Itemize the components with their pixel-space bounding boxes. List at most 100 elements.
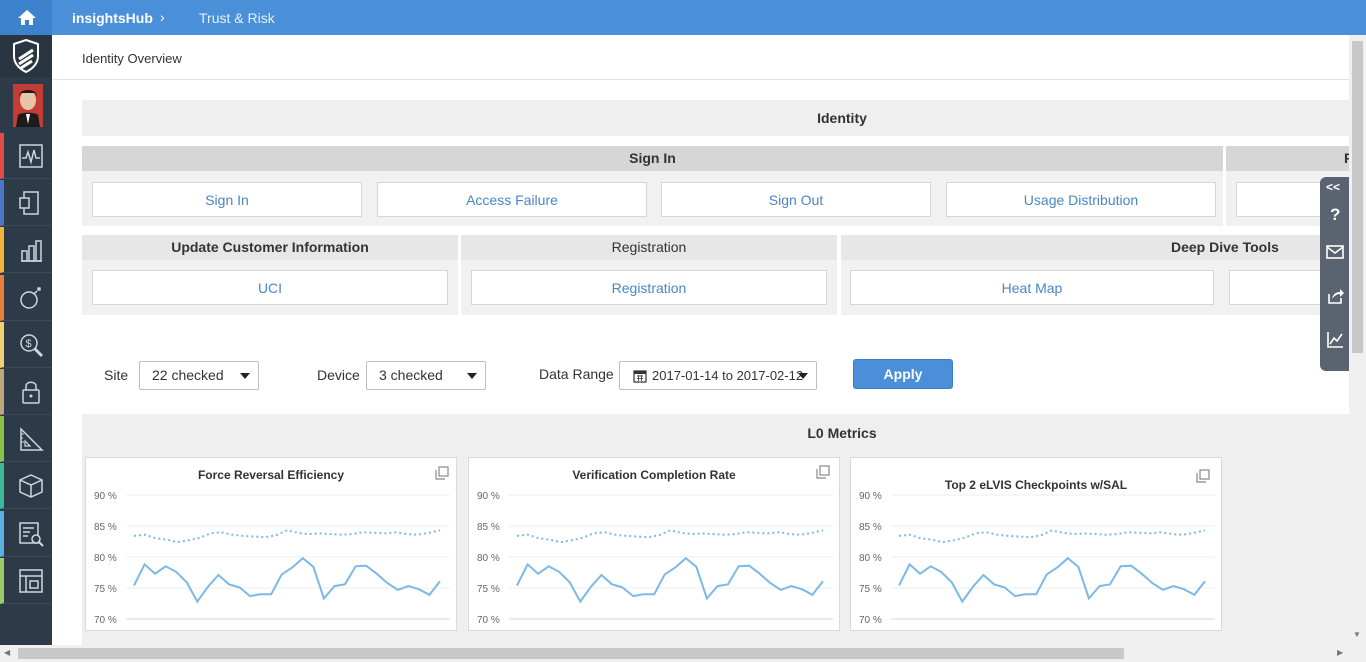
y-tick-label: 90 % [477,491,500,502]
sign-in-button[interactable]: Sign In [92,182,362,217]
identity-header: Identity [82,100,1349,136]
chart-card: Top 2 eLVIS Checkpoints w/SAL 90 % 85 % 80… [850,457,1222,631]
usage-distribution-button[interactable]: Usage Distribution [946,182,1216,217]
side-toolbar: << ? [1320,177,1349,371]
money-search-icon: $ [20,334,44,357]
device-icon [19,191,39,215]
top-bar: insightsHub › Trust & Risk [0,0,1366,35]
home-button[interactable] [0,0,52,35]
sidebar-item-bar-chart[interactable] [0,227,52,274]
y-tick-label: 80 % [859,553,882,564]
sidebar-item-device[interactable] [0,180,52,227]
sidebar-item-bomb[interactable] [0,274,52,321]
target-series-line [133,529,441,544]
line-chart: 90 % 85 % 80 % 75 % 70 % [94,491,450,626]
heat-map-button[interactable]: Heat Map [850,270,1214,305]
svg-text:$: $ [26,338,32,350]
scroll-left-arrow-icon[interactable]: ◀ [4,648,10,657]
sign-out-button[interactable]: Sign Out [661,182,931,217]
vertical-scroll-thumb[interactable] [1352,41,1363,353]
site-select-value: 22 checked [152,367,224,383]
registration-section-title: Registration [461,235,837,260]
sidebar: $ [0,35,52,662]
line-chart-icon[interactable] [1326,331,1344,349]
y-tick-label: 75 % [477,584,500,595]
identity-title: Identity [817,110,867,126]
uci-section-title: Update Customer Information [82,235,458,260]
brand-link[interactable]: insightsHub [72,10,153,26]
device-select-value: 3 checked [379,367,443,383]
home-icon [18,10,36,25]
data-range-label: Data Range [539,366,614,382]
site-label: Site [104,367,129,383]
y-tick-label: 85 % [94,522,117,533]
device-select[interactable]: 3 checked [366,361,486,390]
caret-down-icon [798,373,808,379]
scroll-right-arrow-icon[interactable]: ▶ [1337,648,1343,657]
bar-chart-icon [21,240,42,263]
sign-in-section-title: Sign In [82,146,1223,171]
breadcrumb-current[interactable]: Trust & Risk [199,10,275,26]
divider [52,79,1349,80]
user-photo [13,84,43,127]
avatar[interactable] [13,84,43,127]
horizontal-scrollbar[interactable]: ◀ ▶ [0,645,1349,662]
share-icon[interactable] [1326,287,1344,305]
sidebar-item-money-search[interactable]: $ [0,321,52,368]
layout-icon [19,569,43,593]
mail-icon[interactable] [1326,244,1344,260]
y-tick-label: 70 % [94,615,117,626]
help-icon[interactable]: ? [1326,204,1344,224]
shield-logo[interactable] [0,35,52,77]
caret-down-icon [467,373,477,379]
registration-button[interactable]: Registration [471,270,827,305]
y-tick-label: 75 % [859,584,882,595]
activity-icon [19,144,43,168]
sidebar-item-cube[interactable] [0,463,52,510]
calendar-icon [633,370,647,383]
date-range-picker[interactable]: 2017-01-14 to 2017-02-12 [619,361,817,390]
y-tick-label: 70 % [859,615,882,626]
site-select[interactable]: 22 checked [139,361,259,390]
y-tick-label: 85 % [859,522,882,533]
collapse-toolbar-button[interactable]: << [1326,180,1340,194]
chart-card: Verification Completion Rate 90 % 85 % 80 … [468,457,840,631]
uci-button[interactable]: UCI [92,270,448,305]
sidebar-item-ruler[interactable] [0,416,52,463]
list-search-icon [19,521,44,547]
cube-icon [19,474,43,499]
y-tick-label: 80 % [94,553,117,564]
line-chart: 90 % 85 % 80 % 75 % 70 % [859,491,1215,626]
sidebar-item-lock[interactable] [0,369,52,415]
deep-dive-section-title: Deep Dive Tools [841,235,1349,260]
lock-icon [22,381,40,404]
shield-icon [13,38,39,74]
caret-down-icon [240,373,250,379]
bomb-icon [20,286,41,309]
line-chart: 90 % 85 % 80 % 75 % 70 % [477,491,833,626]
l0-metrics-title: L0 Metrics [807,425,877,441]
target-series-line [516,529,824,544]
y-tick-label: 70 % [477,615,500,626]
sidebar-item-layout[interactable] [0,557,52,604]
page-title: Identity Overview [82,51,182,66]
deep-dive-section-label: Deep Dive Tools [1171,239,1279,255]
access-failure-button[interactable]: Access Failure [377,182,647,217]
y-tick-label: 80 % [477,553,500,564]
date-range-value: 2017-01-14 to 2017-02-12 [652,368,804,383]
y-tick-label: 90 % [94,491,117,502]
sidebar-item-list-search[interactable] [0,510,52,557]
target-series-line [898,529,1206,544]
actual-series-line [133,556,441,604]
svg-text:?: ? [1330,205,1340,224]
sidebar-item-activity[interactable] [0,133,52,179]
horizontal-scroll-thumb[interactable] [18,648,1124,659]
ruler-icon [20,427,44,451]
actual-series-line [516,556,824,604]
device-label: Device [317,367,360,383]
y-tick-label: 85 % [477,522,500,533]
scroll-down-arrow-icon[interactable]: ▼ [1353,630,1361,639]
chart-card: Force Reversal Efficiency 90 % 85 % 80 % 75… [85,457,457,631]
apply-button[interactable]: Apply [853,359,953,389]
vertical-scrollbar[interactable]: ▼ [1349,35,1366,662]
